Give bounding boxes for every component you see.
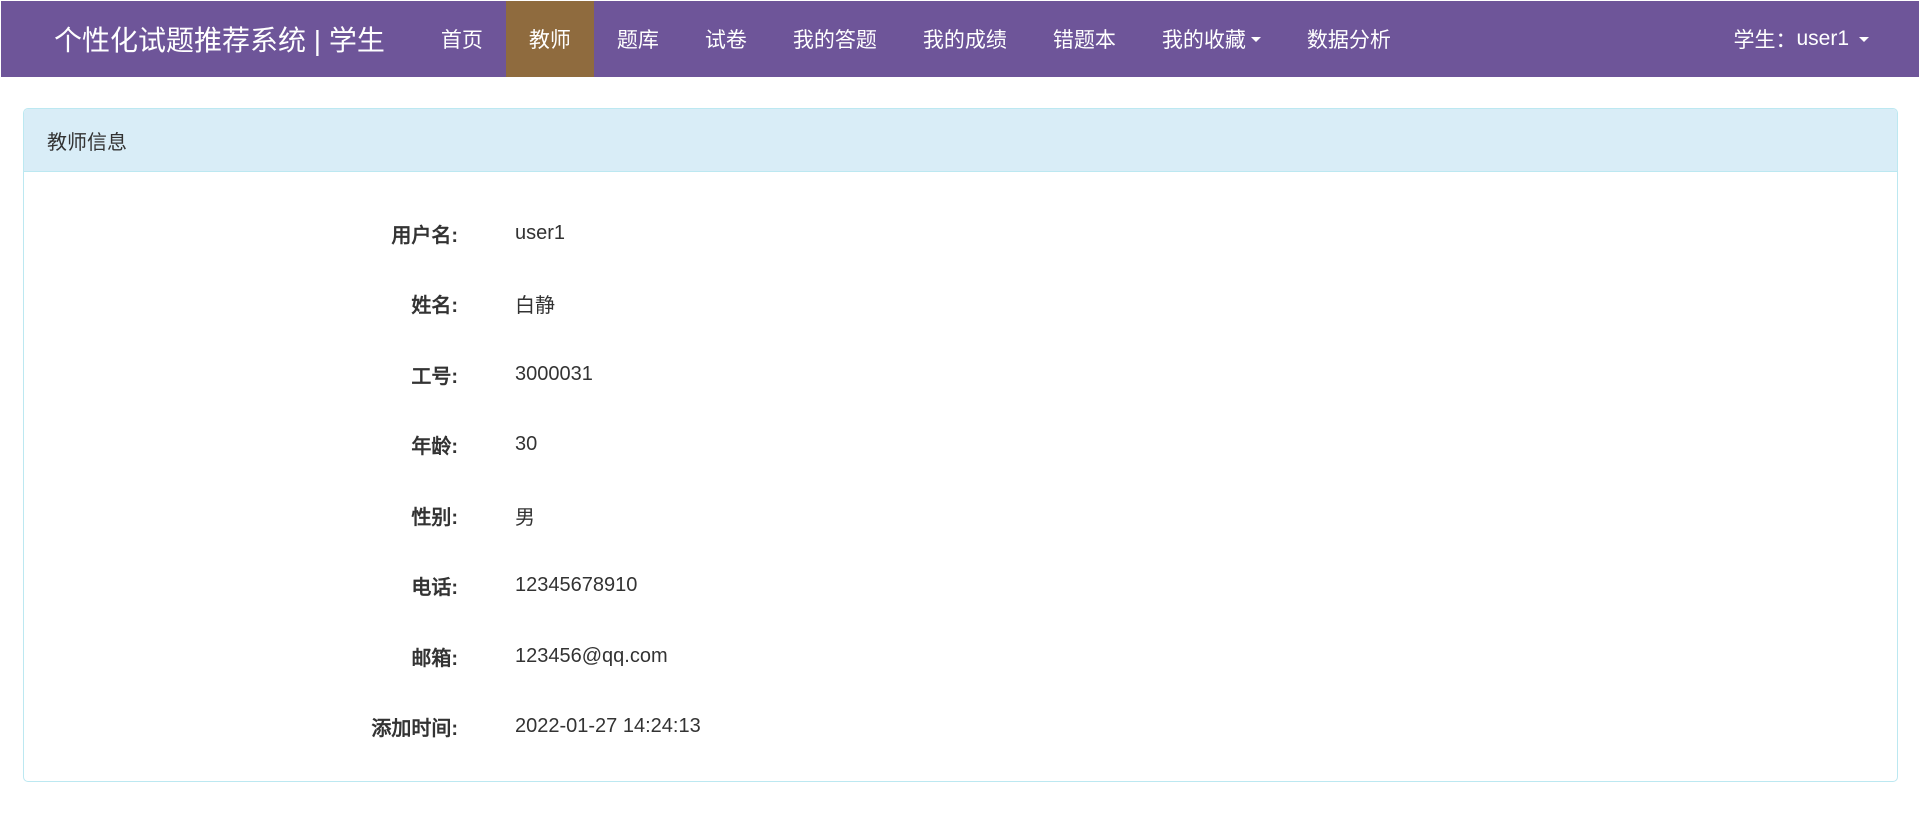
nav-item-papers[interactable]: 试卷 (682, 1, 770, 77)
field-label: 姓名: (411, 295, 458, 318)
nav-item-home[interactable]: 首页 (418, 1, 506, 77)
info-row-email: 邮箱: 123456@qq.com (24, 621, 1897, 692)
info-row-age: 年龄: 30 (24, 410, 1897, 481)
user-name: user1 (1796, 27, 1849, 50)
nav-item-label: 错题本 (1052, 29, 1116, 52)
caret-down-icon (1250, 36, 1261, 42)
nav-item-label: 教师 (528, 29, 571, 52)
info-row-gender: 性别: 男 (24, 480, 1897, 551)
field-value: 白静 (515, 295, 555, 318)
user-menu-dropdown[interactable]: 学生： user1 (1733, 1, 1919, 77)
info-row-phone: 电话: 12345678910 (24, 551, 1897, 622)
field-label: 添加时间: (371, 718, 458, 741)
info-row-username: 用户名: user1 (24, 198, 1897, 269)
nav-item-question-bank[interactable]: 题库 (594, 1, 682, 77)
field-label: 邮箱: (411, 647, 458, 670)
top-navbar: 个性化试题推荐系统 | 学生 首页 教师 题库 试卷 我的答题 我的成绩 错题本… (1, 1, 1919, 77)
info-row-name: 姓名: 白静 (24, 269, 1897, 340)
field-value: 30 (515, 433, 538, 456)
field-label: 性别: (411, 506, 458, 529)
field-value: 男 (515, 506, 535, 529)
nav-item-my-scores[interactable]: 我的成绩 (900, 1, 1030, 77)
nav-item-label: 题库 (616, 29, 659, 52)
panel-body: 用户名: user1 姓名: 白静 工号: 3000031 年龄: 30 性别:… (24, 172, 1897, 762)
nav-item-wrong-book[interactable]: 错题本 (1030, 1, 1139, 77)
field-label: 用户名: (391, 224, 458, 247)
field-value: 3000031 (515, 362, 593, 385)
user-role-label: 学生： (1733, 29, 1797, 52)
brand-title[interactable]: 个性化试题推荐系统 | 学生 (1, 1, 418, 77)
teacher-info-panel: 教师信息 用户名: user1 姓名: 白静 工号: 3000031 年龄: 3… (23, 108, 1898, 782)
field-value: user1 (515, 221, 566, 244)
nav-item-favorites-dropdown[interactable]: 我的收藏 (1139, 1, 1284, 77)
nav-menu: 首页 教师 题库 试卷 我的答题 我的成绩 错题本 我的收藏 数据分析 (418, 1, 1414, 77)
caret-down-icon (1859, 36, 1869, 42)
nav-item-label: 首页 (440, 29, 483, 52)
field-value: 2022-01-27 14:24:13 (515, 715, 701, 738)
nav-item-label: 我的收藏 (1161, 29, 1246, 52)
info-row-staff-id: 工号: 3000031 (24, 339, 1897, 410)
nav-item-data-analysis[interactable]: 数据分析 (1284, 1, 1414, 77)
field-label: 电话: (411, 577, 458, 600)
nav-item-label: 我的答题 (792, 29, 877, 52)
field-value: 123456@qq.com (515, 644, 668, 667)
field-value: 12345678910 (515, 574, 638, 597)
field-label: 工号: (411, 365, 458, 388)
panel-title: 教师信息 (47, 131, 127, 154)
nav-item-label: 试卷 (704, 29, 747, 52)
nav-item-label: 我的成绩 (922, 29, 1007, 52)
panel-heading: 教师信息 (24, 109, 1897, 172)
field-label: 年龄: (411, 436, 458, 459)
nav-item-label: 数据分析 (1306, 29, 1391, 52)
info-row-added-time: 添加时间: 2022-01-27 14:24:13 (24, 692, 1897, 763)
nav-item-teacher[interactable]: 教师 (505, 1, 594, 77)
nav-item-my-answers[interactable]: 我的答题 (770, 1, 900, 77)
